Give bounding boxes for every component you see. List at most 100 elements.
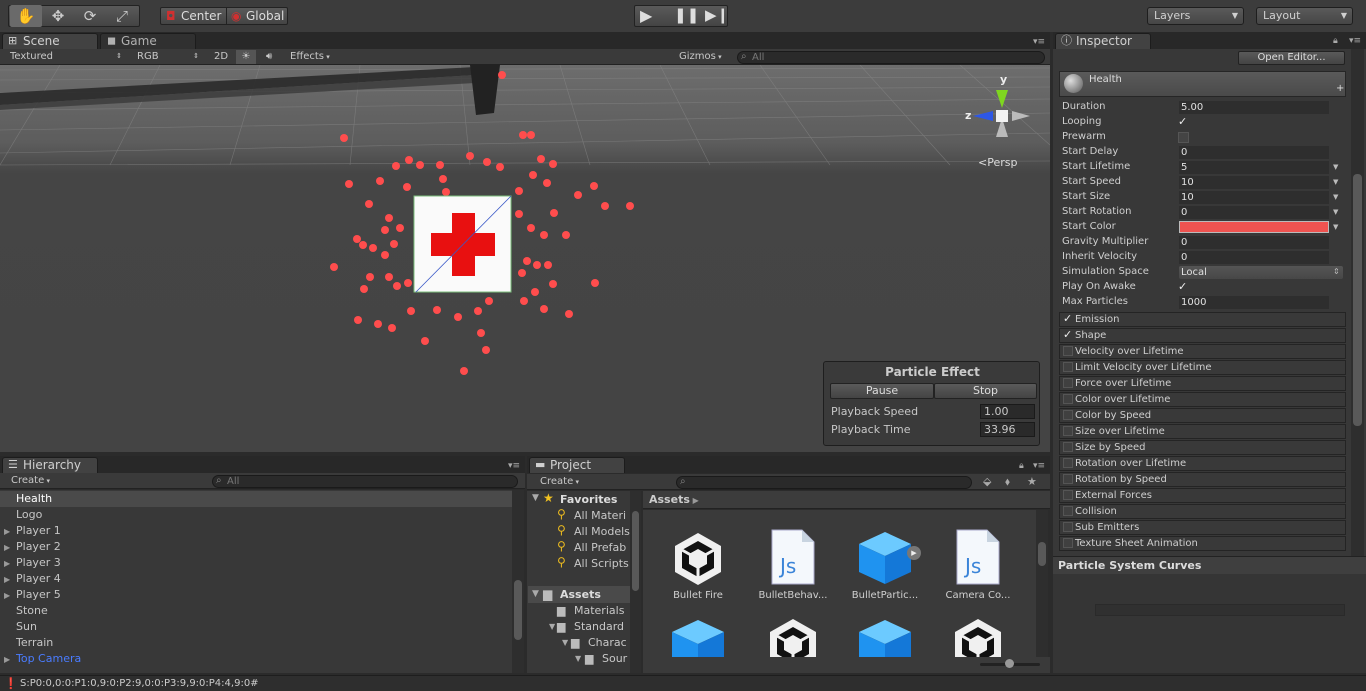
tab-inspector[interactable]: ⓘ Inspector — [1055, 33, 1151, 49]
rotate-tool-icon[interactable]: ⟳ — [74, 5, 106, 27]
property-value[interactable]: 0 — [1179, 146, 1329, 159]
module-checkbox[interactable]: ✓ — [1063, 329, 1073, 340]
scale-tool-icon[interactable]: ⤢ — [106, 5, 138, 27]
asset-item[interactable] — [933, 616, 1023, 657]
component-header[interactable]: Health + — [1059, 71, 1346, 97]
property-value[interactable]: 0 — [1179, 251, 1329, 264]
hierarchy-item[interactable]: Sun — [16, 619, 37, 635]
favorite-item[interactable]: All Materi — [574, 508, 630, 524]
module-checkbox[interactable] — [1063, 346, 1073, 356]
layout-dropdown[interactable]: Layout ▼ — [1256, 7, 1353, 25]
module-checkbox[interactable] — [1063, 538, 1073, 548]
favorite-item[interactable]: All Models — [574, 524, 630, 540]
expand-arrow-icon[interactable]: ▼ — [549, 622, 555, 631]
slider-handle[interactable] — [1005, 659, 1014, 668]
hierarchy-item[interactable]: Stone — [16, 603, 48, 619]
filter-type-icon[interactable]: ⬙ — [983, 475, 991, 488]
asset-item[interactable]: BulletPartic... — [840, 524, 930, 604]
module-checkbox[interactable] — [1063, 506, 1073, 516]
property-checkbox[interactable] — [1178, 132, 1189, 143]
hierarchy-item[interactable]: Terrain — [16, 635, 53, 651]
pause-icon[interactable]: ❚❚ — [674, 6, 699, 24]
module-checkbox[interactable] — [1063, 442, 1073, 452]
tab-scene[interactable]: ⊞ Scene — [2, 33, 98, 49]
layers-dropdown[interactable]: Layers ▼ — [1147, 7, 1244, 25]
status-message[interactable]: S:P0:0,0:0:P1:0,9:0:P2:9,0:0:P3:9,9:0:P4… — [20, 678, 259, 689]
property-value[interactable]: 10 — [1179, 176, 1329, 189]
curves-area[interactable] — [1053, 574, 1366, 673]
module-row[interactable]: Collision — [1059, 504, 1346, 519]
module-checkbox[interactable] — [1063, 410, 1073, 420]
expand-arrow-icon[interactable]: ▶ — [4, 591, 10, 600]
property-value[interactable]: 5.00 — [1179, 101, 1329, 114]
property-value[interactable]: Local — [1179, 266, 1343, 279]
favorite-item[interactable]: All Scripts — [574, 556, 630, 572]
folder-item[interactable]: Sour — [602, 651, 628, 667]
scene-audio-icon[interactable]: 🔊︎ — [262, 50, 282, 64]
scene-lighting-icon[interactable]: ☀ — [236, 50, 256, 64]
tree-scrollbar[interactable] — [630, 491, 641, 673]
expand-arrow-icon[interactable]: ▶ — [4, 575, 10, 584]
module-checkbox[interactable] — [1063, 378, 1073, 388]
play-preview-icon[interactable]: ▶ — [907, 546, 921, 560]
stop-button[interactable]: Stop — [934, 383, 1037, 399]
shading-dropdown[interactable]: Textured ⇕ — [6, 50, 126, 64]
hierarchy-item[interactable]: Player 2 — [16, 539, 61, 555]
module-checkbox[interactable] — [1063, 474, 1073, 484]
hierarchy-item[interactable]: Logo — [16, 507, 42, 523]
panel-menu-icon[interactable]: ▾≡ — [1033, 37, 1045, 47]
expand-arrow-icon[interactable]: ▼ — [575, 654, 581, 663]
module-row[interactable]: Texture Sheet Animation — [1059, 536, 1346, 551]
tab-game[interactable]: ◼ Game — [100, 33, 196, 49]
expand-arrow-icon[interactable]: ▶ — [4, 543, 10, 552]
asset-item[interactable] — [840, 616, 930, 657]
module-checkbox[interactable] — [1063, 362, 1073, 372]
asset-item[interactable] — [653, 616, 743, 657]
hierarchy-item[interactable]: Health — [16, 491, 52, 507]
module-checkbox[interactable] — [1063, 394, 1073, 404]
scrollbar-thumb[interactable] — [632, 511, 639, 591]
expand-arrow-icon[interactable]: ▶ — [4, 559, 10, 568]
scene-search-input[interactable]: All — [737, 51, 1045, 64]
module-checkbox[interactable] — [1063, 458, 1073, 468]
inspector-scrollbar[interactable] — [1351, 49, 1364, 556]
property-value[interactable]: 10 — [1179, 191, 1329, 204]
breadcrumb-assets[interactable]: Assets ▶ — [649, 493, 699, 506]
gizmos-dropdown[interactable]: Gizmos ▾ — [675, 50, 731, 64]
property-value[interactable]: 1000 — [1179, 296, 1329, 309]
add-icon[interactable]: + — [1336, 83, 1344, 94]
assets-scrollbar[interactable] — [1036, 510, 1048, 657]
play-icon[interactable]: ▶ — [640, 6, 652, 25]
folder-item[interactable]: Charac — [588, 635, 628, 651]
chevron-down-icon[interactable]: ▼ — [1333, 160, 1338, 174]
panel-menu-icon[interactable]: ▾≡ — [1349, 36, 1361, 46]
property-value[interactable]: 0 — [1179, 206, 1329, 219]
panel-menu-icon[interactable]: ▾≡ — [508, 461, 520, 471]
property-value[interactable]: 0 — [1179, 236, 1329, 249]
expand-arrow-icon[interactable]: ▶ — [4, 527, 10, 536]
mode-2d-toggle[interactable]: 2D — [210, 50, 234, 64]
folder-item[interactable]: Standard — [574, 619, 628, 635]
scene-viewport[interactable]: y z <Persp Particle Effect Pause Stop Pl… — [0, 65, 1050, 452]
module-row[interactable]: Limit Velocity over Lifetime — [1059, 360, 1346, 375]
project-search-input[interactable] — [676, 476, 972, 489]
hierarchy-item[interactable]: Player 4 — [16, 571, 61, 587]
render-mode-dropdown[interactable]: RGB ⇕ — [133, 50, 203, 64]
module-row[interactable]: Size over Lifetime — [1059, 424, 1346, 439]
property-checkbox[interactable]: ✓ — [1178, 116, 1189, 128]
playback-speed-field[interactable]: 1.00 — [980, 404, 1035, 419]
favorites-label[interactable]: Favorites — [560, 492, 617, 508]
tab-project[interactable]: ▬ Project — [529, 457, 625, 473]
property-checkbox[interactable]: ✓ — [1178, 281, 1189, 293]
assets-folder[interactable]: Assets — [560, 587, 601, 603]
step-icon[interactable]: ▶❙ — [705, 6, 729, 24]
favorite-star-icon[interactable]: ★ — [1027, 475, 1037, 488]
filter-label-icon[interactable]: ⬧ — [1005, 475, 1010, 489]
hierarchy-item[interactable]: Top Camera — [16, 651, 81, 667]
expand-arrow-icon[interactable]: ▶ — [4, 655, 10, 664]
pivot-center-button[interactable]: Center — [181, 9, 221, 23]
module-row[interactable]: Force over Lifetime — [1059, 376, 1346, 391]
playback-time-field[interactable]: 33.96 — [980, 422, 1035, 437]
module-row[interactable]: ✓ Shape — [1059, 328, 1346, 343]
module-row[interactable]: Rotation over Lifetime — [1059, 456, 1346, 471]
